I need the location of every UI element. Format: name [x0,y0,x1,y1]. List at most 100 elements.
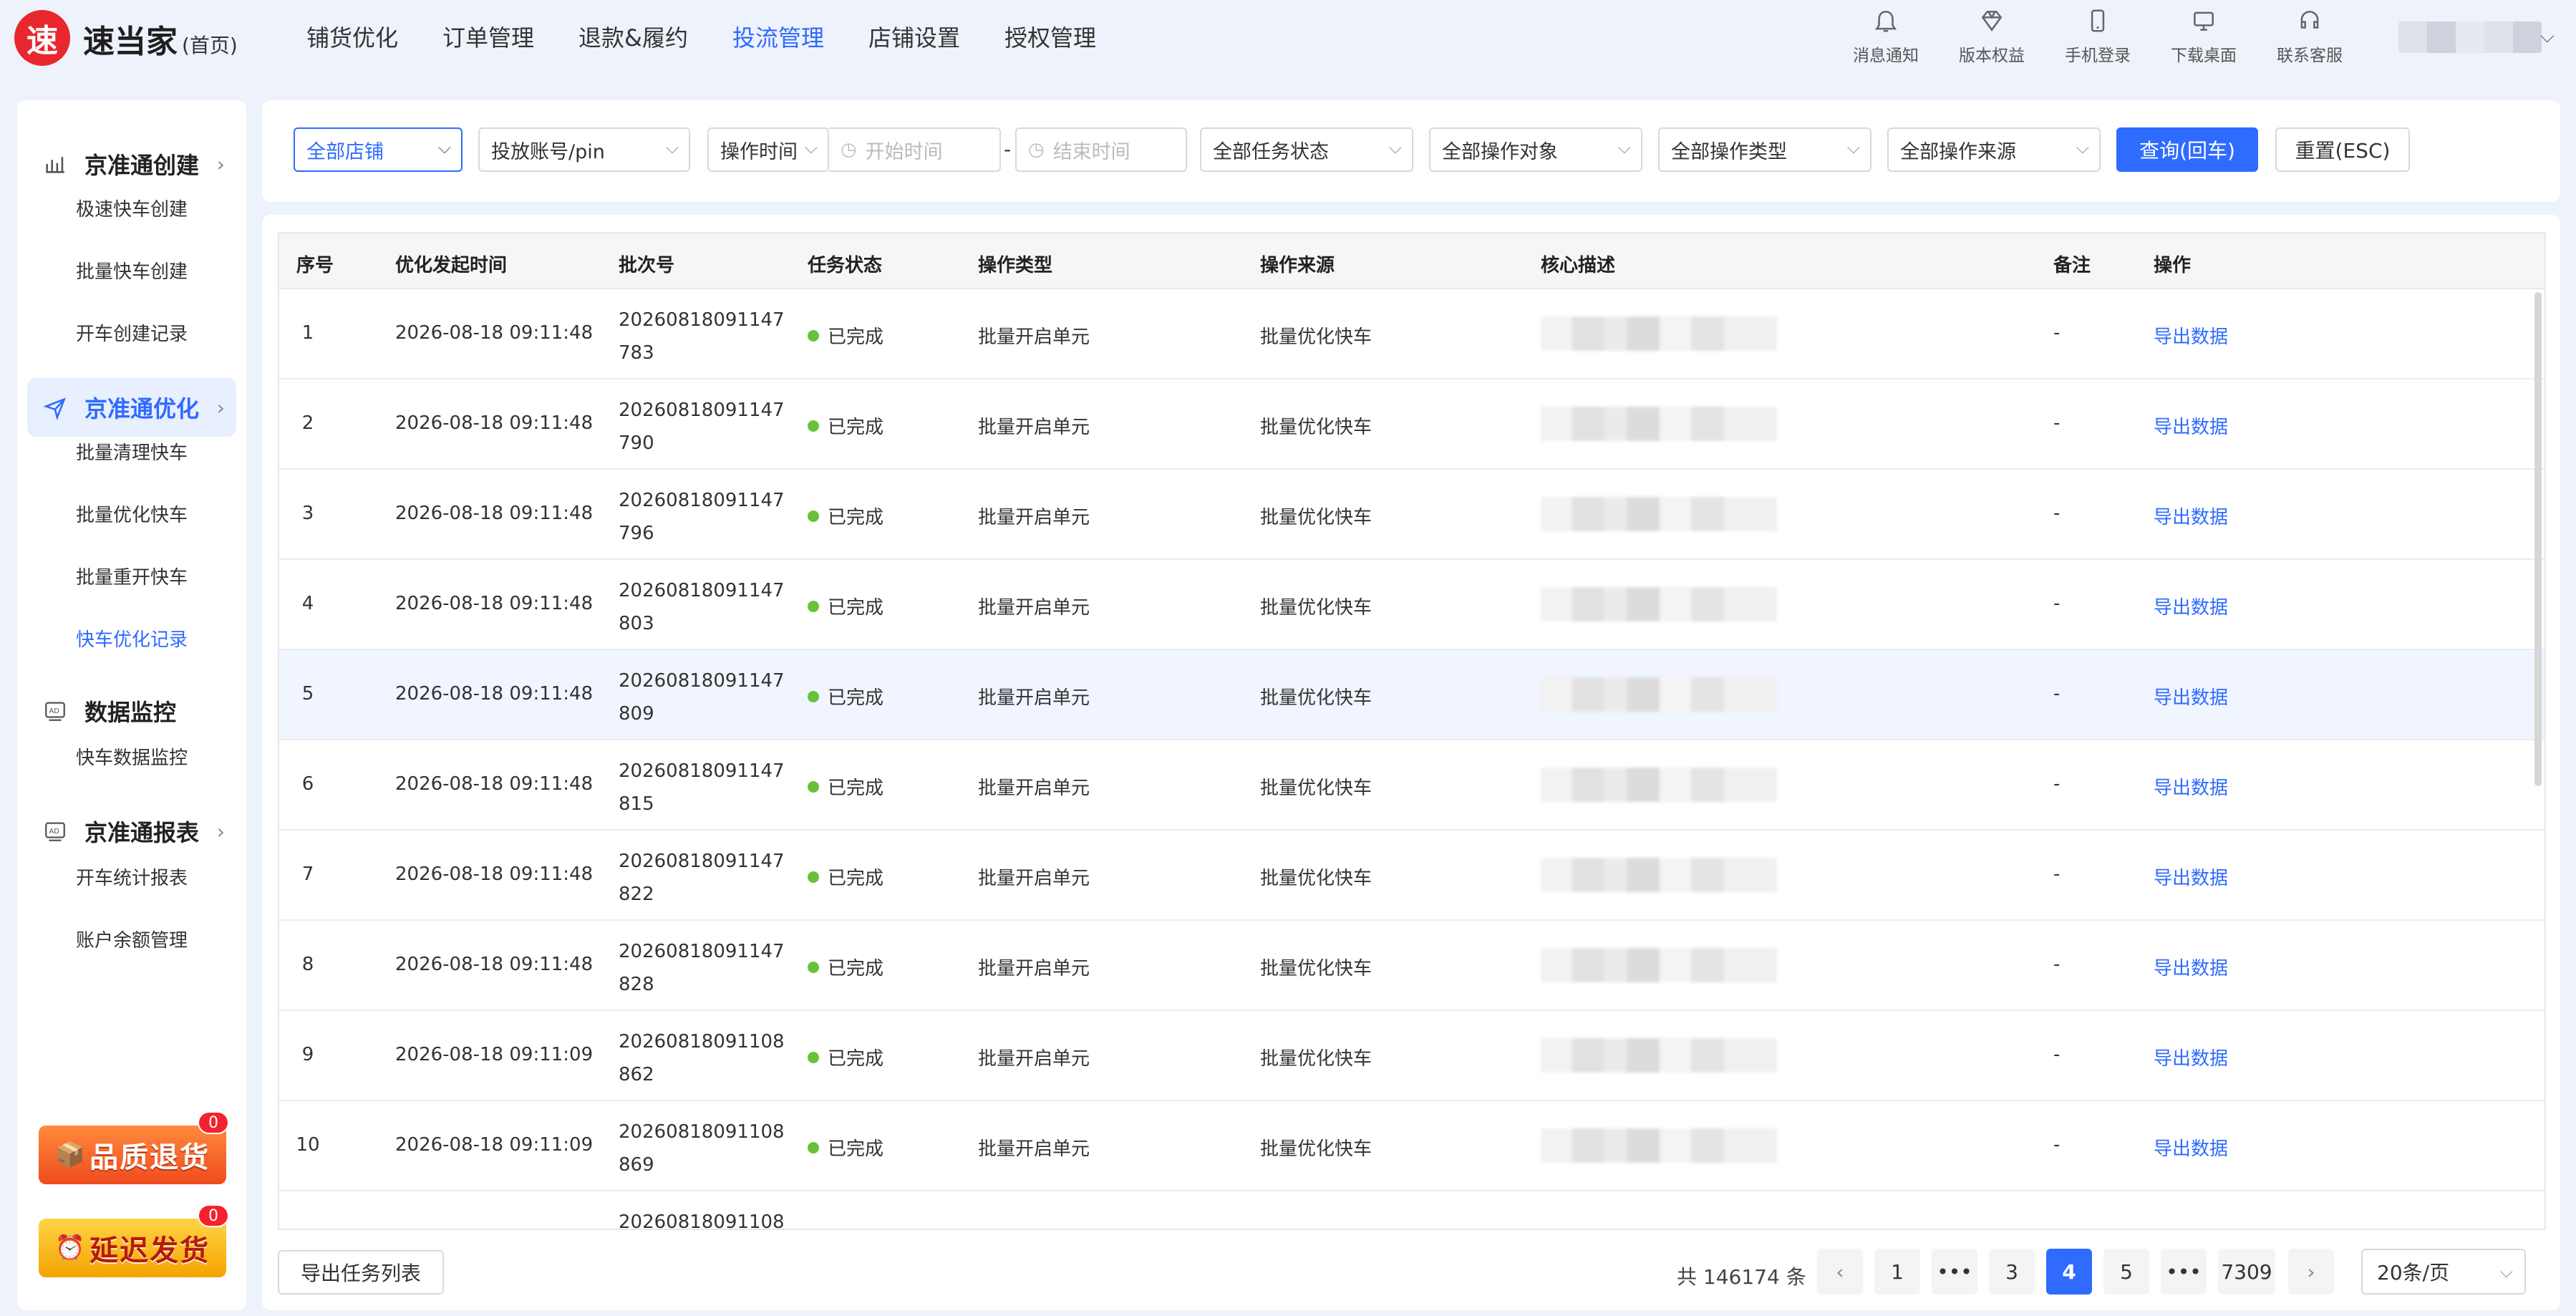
sidebar-item[interactable]: 快车数据监控 [76,743,188,770]
shop-select[interactable]: 全部店铺 ⌵ [294,127,463,172]
table-row[interactable]: 9 2026-08-18 09:11:09 20260818091108862 已完成… [279,1011,2544,1101]
nav-item[interactable]: 铺货优化 [306,20,398,53]
sidebar-group-3[interactable]: AD 数据监控 [27,682,236,740]
tool-monitor[interactable]: 下载桌面 [2151,4,2257,66]
table-row[interactable]: 1 2026-08-18 09:11:48 20260818091147783 已完成… [279,289,2544,379]
row-time: 2026-08-18 09:11:48 [395,593,594,614]
export-data-link[interactable]: 导出数据 [2154,412,2228,439]
page-button[interactable]: 7309 [2218,1249,2275,1295]
app-name[interactable]: 速当家 (首页) [83,16,238,62]
nav-item[interactable]: 授权管理 [1004,20,1096,53]
table-row[interactable]: 20260818091108 [279,1191,2544,1229]
sidebar-group-4[interactable]: AD 京准通报表 › [27,802,236,861]
table-row[interactable]: 3 2026-08-18 09:11:48 20260818091147796 已完成… [279,470,2544,560]
table-row[interactable]: 5 2026-08-18 09:11:48 20260818091147809 已完成… [279,650,2544,740]
export-data-link[interactable]: 导出数据 [2154,954,2228,980]
promo-delayed-shipping[interactable]: ⏰ 延迟发货 0 [39,1204,229,1277]
row-op-type: 批量开启单元 [978,417,1090,438]
table-row[interactable]: 4 2026-08-18 09:11:48 20260818091147803 已完成… [279,560,2544,650]
export-data-link[interactable]: 导出数据 [2154,773,2228,800]
promo-quality-return[interactable]: 📦 品质退货 0 [39,1111,229,1184]
op-type-select[interactable]: 全部操作类型 ⌵ [1658,127,1872,172]
chevron-right-icon: › [216,395,225,420]
table-row[interactable]: 7 2026-08-18 09:11:48 20260818091147822 已完成… [279,831,2544,921]
nav-item[interactable]: 退款&履约 [578,20,688,53]
nav-item[interactable]: 店铺设置 [868,20,960,53]
page-button[interactable]: 1 [1874,1249,1920,1295]
op-source-select[interactable]: 全部操作来源 ⌵ [1887,127,2101,172]
tool-phone[interactable]: 手机登录 [2045,4,2151,66]
next-page-button[interactable]: › [2288,1249,2334,1295]
user-account[interactable] [2398,21,2542,53]
row-op-type: 批量开启单元 [978,1048,1090,1070]
row-note: - [2053,322,2061,344]
prev-page-button[interactable]: ‹ [1817,1249,1863,1295]
column-header: 操作 [2154,255,2192,276]
sidebar-group-label: 京准通优化 [84,395,200,422]
page-button[interactable]: 3 [1989,1249,2035,1295]
sidebar-item[interactable]: 批量优化快车 [76,500,188,527]
page-button[interactable]: 4 [2046,1249,2092,1295]
logo-icon[interactable]: 速 [14,10,70,66]
op-target-select[interactable]: 全部操作对象 ⌵ [1429,127,1642,172]
sidebar-item[interactable]: 开车创建记录 [76,319,188,346]
task-table: 序号 优化发起时间 批次号 任务状态 操作类型 操作来源 核心描述 备注 操作 1 2026-08… [278,232,2546,1230]
row-op-type: 批量开启单元 [978,507,1090,528]
sidebar-group-label: 数据监控 [84,699,177,726]
table-row[interactable]: 10 2026-08-18 09:11:09 20260818091108869 已完… [279,1101,2544,1191]
row-status-text: 已完成 [828,507,884,528]
row-index: 6 [301,773,314,795]
row-status-text: 已完成 [828,868,884,889]
row-op-source: 批量优化快车 [1260,687,1372,709]
table-row[interactable]: 8 2026-08-18 09:11:48 20260818091147828 已完成… [279,921,2544,1011]
op-time-select[interactable]: 操作时间 ⌵ [707,127,829,172]
page-ellipsis[interactable]: ••• [1932,1249,1977,1295]
page-ellipsis[interactable]: ••• [2161,1249,2207,1295]
chevron-down-icon: ⌵ [1846,137,1860,158]
export-data-link[interactable]: 导出数据 [2154,1134,2228,1161]
chevron-right-icon: › [216,152,225,176]
sidebar-item[interactable]: 极速快车创建 [76,195,188,221]
end-time-input[interactable]: ◷ 结束时间 [1015,127,1187,172]
promo-label: 品质退货 [89,1141,210,1174]
export-data-link[interactable]: 导出数据 [2154,863,2228,890]
chevron-down-icon[interactable]: ⌵ [2540,26,2555,48]
phone-icon [2091,9,2105,32]
export-data-link[interactable]: 导出数据 [2154,683,2228,710]
sidebar-group-1[interactable]: 京准通创建 › [27,135,236,193]
export-data-link[interactable]: 导出数据 [2154,322,2228,349]
sidebar-item[interactable]: 开车统计报表 [76,863,188,890]
tool-headset[interactable]: 联系客服 [2257,4,2363,66]
export-task-list-button[interactable]: 导出任务列表 [278,1250,444,1295]
row-status-text: 已完成 [828,326,884,348]
export-data-link[interactable]: 导出数据 [2154,1044,2228,1070]
row-batch-id: 20260818091147803 [619,580,785,634]
row-index: 7 [301,863,314,885]
reset-button[interactable]: 重置(ESC) [2275,127,2410,172]
account-select[interactable]: 投放账号/pin ⌵ [478,127,690,172]
page-button[interactable]: 5 [2103,1249,2149,1295]
sidebar-item[interactable]: 批量快车创建 [76,257,188,284]
sidebar-item[interactable]: 批量重开快车 [76,563,188,589]
sidebar-item[interactable]: 快车优化记录 [76,625,188,652]
vertical-scrollbar[interactable] [2534,292,2542,786]
table-row[interactable]: 6 2026-08-18 09:11:48 20260818091147815 已完成… [279,740,2544,831]
tool-diamond[interactable]: 版本权益 [1939,4,2045,66]
query-button[interactable]: 查询(回车) [2116,127,2258,172]
task-status-select[interactable]: 全部任务状态 ⌵ [1200,127,1413,172]
tool-bell[interactable]: 消息通知 [1833,4,1939,66]
sidebar-item[interactable]: 账户余额管理 [76,926,188,952]
table-row[interactable]: 2 2026-08-18 09:11:48 20260818091147790 已完成… [279,379,2544,470]
start-time-input[interactable]: ◷ 开始时间 [829,127,1001,172]
row-batch-id: 20260818091147822 [619,851,785,905]
nav-item[interactable]: 投流管理 [732,20,824,53]
nav-item[interactable]: 订单管理 [442,20,534,53]
row-index: 8 [301,954,314,975]
send-icon [42,394,69,421]
sidebar-item[interactable]: 批量清理快车 [76,438,188,465]
status-dot-icon [808,600,819,612]
export-data-link[interactable]: 导出数据 [2154,593,2228,619]
page-size-select[interactable]: 20条/页 ⌵ [2361,1249,2526,1295]
export-data-link[interactable]: 导出数据 [2154,503,2228,529]
sidebar-group-2[interactable]: 京准通优化 › [27,378,236,437]
